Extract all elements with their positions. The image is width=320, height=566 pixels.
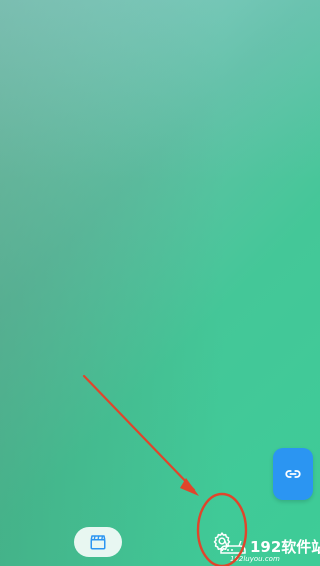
site-watermark: 192软件站 192luyou.com [212,533,320,566]
annotation-overlay [82,374,248,566]
router-logo-icon [220,540,246,554]
background-glow [0,0,320,180]
background-shade [0,0,320,566]
watermark-title: 192软件站 [250,538,320,556]
media-button[interactable] [74,527,122,557]
annotation-arrowhead [180,478,199,496]
link-button[interactable] [273,448,313,500]
clapperboard-icon [90,535,106,550]
app-screen: 192软件站 192luyou.com [0,0,320,566]
watermark-subtitle: 192luyou.com [230,555,280,563]
annotation-arrow [82,374,196,492]
link-icon [285,470,301,478]
